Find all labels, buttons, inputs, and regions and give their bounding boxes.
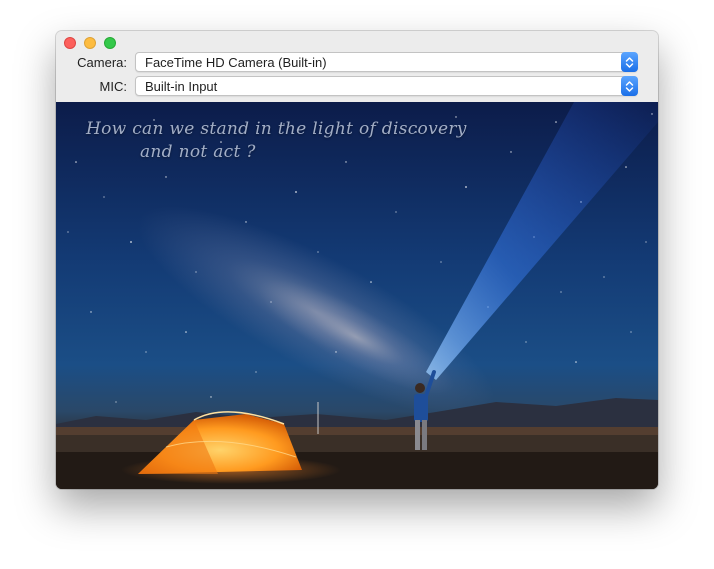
camera-row: Camera: FaceTime HD Camera (Built-in) xyxy=(56,52,658,74)
overlay-quote: How can we stand in the light of discove… xyxy=(86,118,526,164)
camera-select[interactable]: FaceTime HD Camera (Built-in) xyxy=(135,52,638,72)
mic-select-value: Built-in Input xyxy=(145,79,218,94)
close-icon[interactable] xyxy=(64,37,76,49)
zoom-icon[interactable] xyxy=(104,37,116,49)
camera-preview-window: Camera: FaceTime HD Camera (Built-in) MI… xyxy=(56,31,658,489)
camera-preview-image: How can we stand in the light of discove… xyxy=(56,102,658,489)
quote-line-2: and not act ? xyxy=(140,142,256,162)
up-down-chevron-icon[interactable] xyxy=(621,76,638,96)
mic-label: MIC: xyxy=(99,79,127,94)
camera-label: Camera: xyxy=(77,55,127,70)
title-bar: Camera: FaceTime HD Camera (Built-in) MI… xyxy=(56,31,658,103)
camera-select-value: FaceTime HD Camera (Built-in) xyxy=(145,55,327,70)
minimize-icon[interactable] xyxy=(84,37,96,49)
mic-select[interactable]: Built-in Input xyxy=(135,76,638,96)
mic-row: MIC: Built-in Input xyxy=(56,76,658,98)
quote-line-1: How can we stand in the light of discove… xyxy=(86,119,467,139)
up-down-chevron-icon[interactable] xyxy=(621,52,638,72)
